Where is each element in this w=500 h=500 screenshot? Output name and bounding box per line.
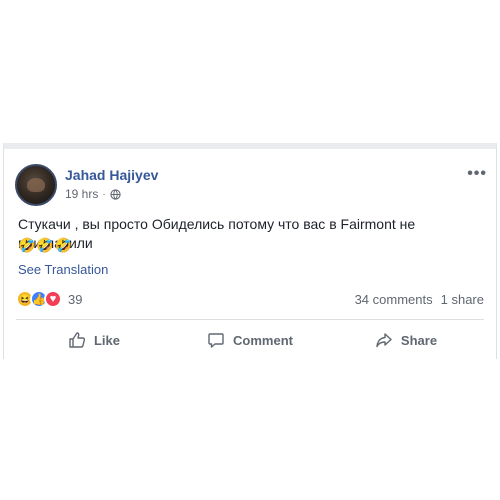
share-label: Share bbox=[400, 332, 438, 348]
post-card: Jahad Hajiyev 19 hrs · ••• Стукачи , вы … bbox=[3, 143, 497, 359]
see-translation-link[interactable]: See Translation bbox=[18, 262, 108, 277]
share-arrow-icon bbox=[376, 333, 392, 348]
author-name[interactable]: Jahad Hajiyev bbox=[65, 167, 158, 183]
post-stats: 34 comments 1 share bbox=[355, 292, 484, 307]
like-label: Like bbox=[93, 332, 120, 348]
shares-count[interactable]: 1 share bbox=[441, 292, 484, 307]
globe-icon[interactable] bbox=[110, 188, 121, 200]
avatar[interactable] bbox=[15, 164, 57, 206]
post-time[interactable]: 19 hrs bbox=[65, 187, 98, 201]
comment-icon bbox=[208, 333, 224, 348]
reaction-count[interactable]: 39 bbox=[68, 292, 82, 307]
post-header: Jahad Hajiyev 19 hrs · ••• bbox=[13, 161, 489, 206]
post-emojis: 🤣🤣🤣 bbox=[18, 237, 74, 253]
more-options-icon[interactable]: ••• bbox=[467, 166, 487, 182]
divider bbox=[16, 319, 484, 320]
comment-label: Comment bbox=[233, 332, 293, 348]
love-reaction-icon: ♥ bbox=[44, 290, 62, 308]
comment-button[interactable]: Comment bbox=[172, 325, 328, 355]
share-button[interactable]: Share bbox=[328, 325, 484, 355]
post-text: Стукачи , вы просто Обиделись потому что… bbox=[18, 216, 416, 251]
like-button[interactable]: Like bbox=[16, 325, 172, 355]
action-bar: Like Comment Share bbox=[16, 325, 484, 355]
post-meta: 19 hrs · bbox=[65, 187, 121, 201]
meta-separator: · bbox=[102, 188, 106, 200]
reactions-summary[interactable]: 😆 👍 ♥ 39 bbox=[16, 290, 82, 308]
comments-count[interactable]: 34 comments bbox=[355, 292, 433, 307]
thumbs-up-icon bbox=[69, 332, 86, 348]
